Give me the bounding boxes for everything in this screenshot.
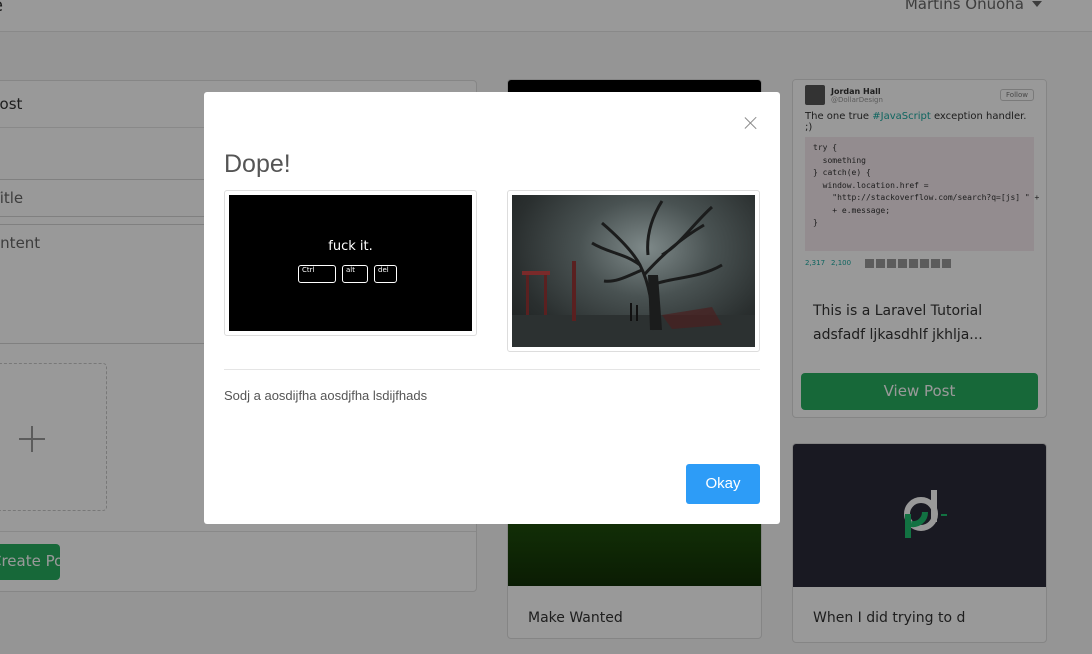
close-icon[interactable] xyxy=(744,116,758,130)
post-image[interactable]: fuck it. Ctrl alt del xyxy=(224,190,477,336)
modal-body-text: Sodj a aosdijfha aosdjfha lsdijfhads xyxy=(224,388,428,403)
divider xyxy=(224,369,760,370)
ctrl-key-icon: Ctrl xyxy=(298,265,336,283)
post-image[interactable] xyxy=(507,190,760,352)
okay-button[interactable]: Okay xyxy=(686,464,760,504)
tree-illustration xyxy=(512,200,755,347)
alt-key-icon: alt xyxy=(342,265,368,283)
del-key-icon: del xyxy=(374,265,397,283)
modal-title: Dope! xyxy=(224,150,291,178)
meme-caption: fuck it. xyxy=(328,239,373,254)
post-modal: Dope! fuck it. Ctrl alt del Sodj a aosdi… xyxy=(204,92,780,524)
